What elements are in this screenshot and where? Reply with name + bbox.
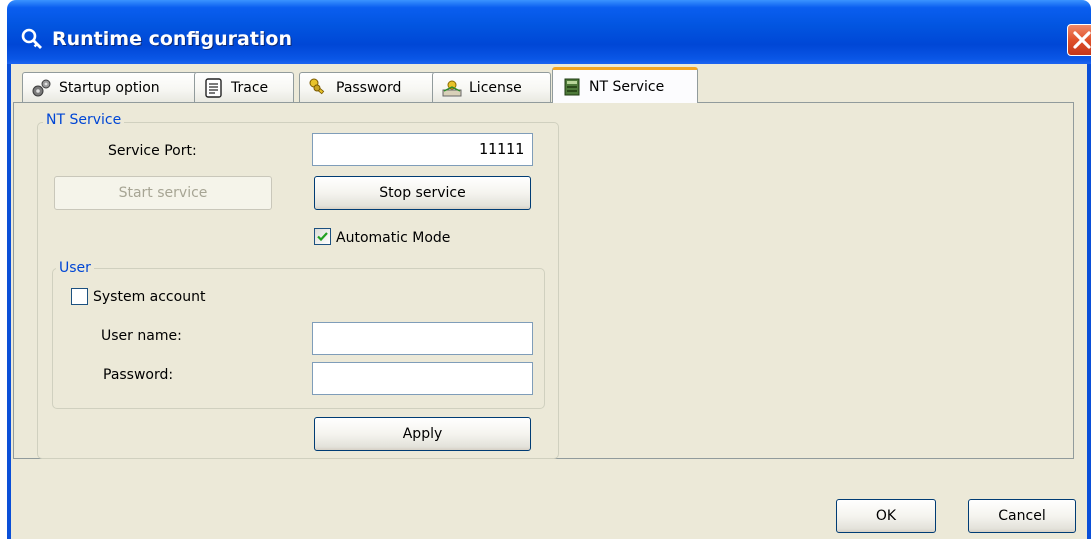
tab-trace[interactable]: Trace bbox=[194, 72, 294, 102]
runtime-configuration-dialog: Runtime configuration Startup option Tra… bbox=[0, 0, 1091, 539]
window-title: Runtime configuration bbox=[52, 28, 292, 50]
key-icon bbox=[21, 28, 42, 49]
automatic-mode-label: Automatic Mode bbox=[336, 230, 451, 246]
cancel-button[interactable]: Cancel bbox=[968, 499, 1076, 533]
system-account-label: System account bbox=[93, 289, 206, 305]
user-name-input[interactable] bbox=[312, 322, 533, 355]
start-service-button[interactable]: Start service bbox=[54, 176, 272, 210]
automatic-mode-checkbox[interactable] bbox=[314, 228, 331, 245]
tab-password[interactable]: Password bbox=[299, 72, 436, 102]
service-port-label: Service Port: bbox=[108, 143, 197, 159]
service-port-input[interactable]: 11111 bbox=[312, 133, 533, 166]
tab-label: Password bbox=[336, 79, 402, 96]
user-name-label: User name: bbox=[101, 328, 182, 344]
stop-service-button[interactable]: Stop service bbox=[314, 176, 531, 210]
apply-button[interactable]: Apply bbox=[314, 417, 531, 451]
notepad-icon bbox=[205, 77, 222, 98]
system-account-checkbox[interactable] bbox=[71, 288, 88, 305]
close-icon bbox=[1073, 31, 1091, 49]
tab-startup-option[interactable]: Startup option bbox=[22, 72, 198, 102]
tab-label: Trace bbox=[231, 79, 269, 96]
password-input[interactable] bbox=[312, 362, 533, 395]
title-bar[interactable]: Runtime configuration bbox=[7, 0, 1091, 64]
dialog-client-area: Startup option Trace Password License NT… bbox=[11, 64, 1087, 539]
tab-label: License bbox=[469, 79, 522, 96]
tab-label: Startup option bbox=[59, 79, 160, 96]
ok-button[interactable]: OK bbox=[836, 499, 936, 533]
keys-icon bbox=[309, 78, 325, 94]
password-label: Password: bbox=[103, 367, 174, 383]
tab-license[interactable]: License bbox=[432, 72, 551, 102]
tab-nt-service[interactable]: NT Service bbox=[552, 67, 698, 103]
certificate-icon bbox=[442, 80, 462, 96]
close-button[interactable] bbox=[1067, 24, 1091, 56]
window-frame-right bbox=[1087, 64, 1091, 539]
server-icon bbox=[564, 78, 580, 95]
tab-label: NT Service bbox=[589, 78, 665, 95]
gears-icon bbox=[32, 79, 51, 96]
checkmark-icon bbox=[317, 232, 328, 242]
nt-service-tab-panel: NT Service Service Port: 11111 Start ser… bbox=[13, 102, 1074, 459]
nt-service-group-title: NT Service bbox=[43, 112, 125, 128]
user-group-title: User bbox=[56, 260, 94, 276]
